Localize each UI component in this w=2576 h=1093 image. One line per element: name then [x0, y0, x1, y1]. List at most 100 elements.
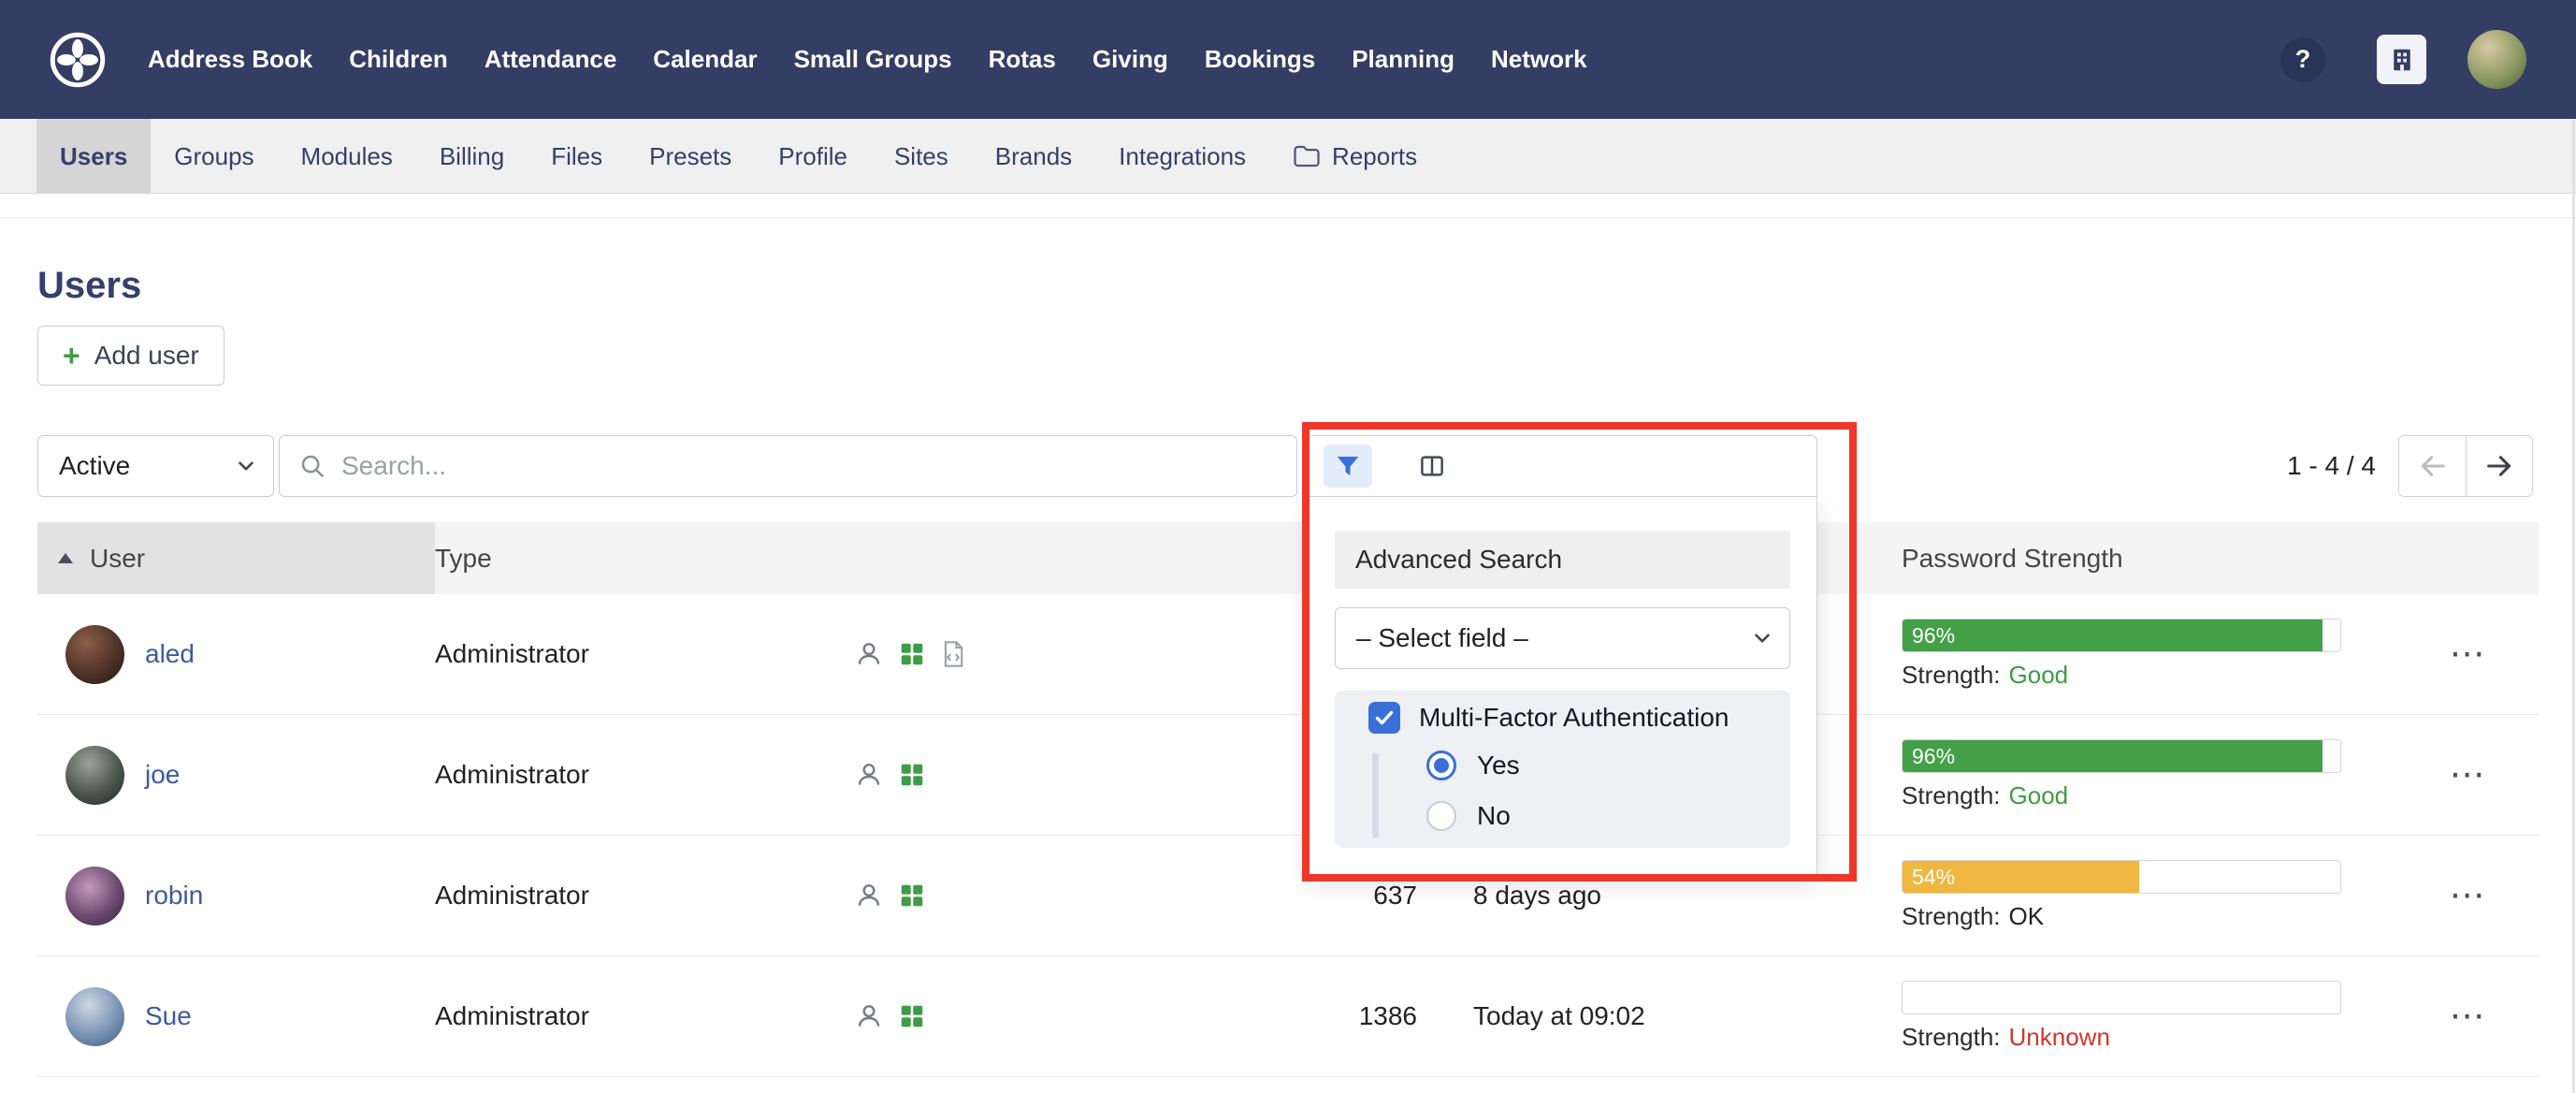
mfa-yes-label: Yes	[1477, 751, 1520, 780]
tab-reports-label: Reports	[1332, 142, 1417, 171]
tab-groups[interactable]: Groups	[151, 119, 277, 194]
app-logo-icon[interactable]	[47, 29, 109, 91]
tab-brands[interactable]: Brands	[972, 119, 1095, 194]
row-actions-button[interactable]: ⋯	[2450, 998, 2487, 1034]
next-page-button[interactable]	[2466, 436, 2532, 496]
tab-presets[interactable]: Presets	[626, 119, 755, 194]
strength-percent-label: 96%	[1912, 744, 1955, 769]
prev-page-button[interactable]	[2399, 436, 2466, 496]
columns-icon	[1418, 452, 1446, 480]
search-icon	[298, 452, 326, 480]
mfa-label: Multi-Factor Authentication	[1419, 703, 1729, 733]
status-filter-select[interactable]: Active	[37, 435, 274, 497]
arrow-left-icon	[2417, 450, 2449, 482]
strength-line: Strength: Good	[1902, 661, 2341, 690]
header-type[interactable]: Type	[435, 544, 847, 574]
person-icon	[854, 1001, 884, 1031]
folder-icon	[1293, 144, 1321, 168]
row-avatar[interactable]	[65, 987, 124, 1046]
nav-children[interactable]: Children	[349, 45, 447, 74]
building-icon[interactable]	[2377, 35, 2426, 84]
table-row: robin Administrator 637 8 days ago 54% S…	[37, 836, 2539, 956]
header-password-strength[interactable]: Password Strength	[1902, 544, 2341, 574]
mfa-checkbox[interactable]	[1368, 702, 1400, 734]
strength-value: OK	[2009, 902, 2045, 931]
divider	[0, 217, 2576, 218]
filter-button[interactable]	[1324, 444, 1372, 488]
nav-giving[interactable]: Giving	[1093, 45, 1168, 74]
tab-reports[interactable]: Reports	[1269, 119, 1440, 194]
add-user-button[interactable]: + Add user	[37, 326, 224, 386]
tab-files[interactable]: Files	[528, 119, 626, 194]
password-strength-bar	[1902, 981, 2341, 1014]
row-actions-button[interactable]: ⋯	[2450, 878, 2487, 913]
user-name-link[interactable]: aled	[145, 639, 195, 669]
code-file-icon	[940, 640, 966, 668]
strength-line: Strength: Unknown	[1902, 1023, 2341, 1052]
nav-small-groups[interactable]: Small Groups	[794, 45, 952, 74]
row-avatar[interactable]	[65, 625, 124, 684]
tab-modules[interactable]: Modules	[278, 119, 416, 194]
tab-sites[interactable]: Sites	[871, 119, 972, 194]
tab-users[interactable]: Users	[36, 119, 151, 194]
nav-rotas[interactable]: Rotas	[989, 45, 1056, 74]
mfa-yes-radio[interactable]	[1426, 751, 1456, 780]
mfa-filter-group: Multi-Factor Authentication Yes No	[1335, 691, 1790, 848]
field-select[interactable]: – Select field –	[1335, 607, 1790, 669]
nav-attendance[interactable]: Attendance	[485, 45, 617, 74]
indent-guide	[1372, 752, 1379, 838]
strength-value: Unknown	[2009, 1023, 2110, 1052]
nav-address-book[interactable]: Address Book	[148, 45, 312, 74]
strength-percent-label: 54%	[1912, 865, 1955, 890]
password-strength-bar: 96%	[1902, 739, 2341, 773]
user-type: Administrator	[435, 639, 847, 669]
status-filter-value: Active	[59, 451, 130, 481]
chevron-down-icon	[234, 454, 258, 478]
top-nav: Address Book Children Attendance Calenda…	[0, 0, 2576, 119]
strength-value: Good	[2009, 661, 2069, 690]
scrollbar-track[interactable]	[2572, 119, 2575, 1093]
modules-grid-icon	[898, 761, 926, 789]
user-type: Administrator	[435, 881, 847, 911]
user-type: Administrator	[435, 1001, 847, 1031]
user-avatar[interactable]	[2467, 30, 2526, 89]
row-actions-button[interactable]: ⋯	[2450, 757, 2487, 793]
modules-grid-icon	[898, 882, 926, 910]
help-icon[interactable]: ?	[2280, 37, 2325, 82]
modules-grid-icon	[898, 1002, 926, 1030]
nav-bookings[interactable]: Bookings	[1205, 45, 1315, 74]
strength-line: Strength: OK	[1902, 902, 2341, 931]
modules-grid-icon	[898, 640, 926, 668]
person-icon	[854, 760, 884, 790]
search-input[interactable]	[341, 436, 1296, 496]
app-screen: Address Book Children Attendance Calenda…	[0, 0, 2576, 1093]
pagination-buttons	[2398, 435, 2533, 497]
user-type: Administrator	[435, 760, 847, 790]
tab-profile[interactable]: Profile	[755, 119, 871, 194]
row-avatar[interactable]	[65, 867, 124, 925]
tab-billing[interactable]: Billing	[416, 119, 528, 194]
row-avatar[interactable]	[65, 746, 124, 805]
nav-network[interactable]: Network	[1491, 45, 1587, 74]
mfa-no-radio[interactable]	[1426, 801, 1456, 831]
row-actions-button[interactable]: ⋯	[2450, 636, 2487, 672]
tab-integrations[interactable]: Integrations	[1095, 119, 1269, 194]
columns-button[interactable]	[1413, 444, 1451, 488]
nav-calendar[interactable]: Calendar	[653, 45, 757, 74]
field-select-value: – Select field –	[1356, 623, 1528, 653]
page-title: Users	[37, 265, 141, 307]
plus-icon: +	[63, 341, 80, 371]
table-row: Sue Administrator 1386 Today at 09:02 St…	[37, 956, 2539, 1077]
pagination-label: 1 - 4 / 4	[2226, 435, 2376, 497]
primary-nav: Address Book Children Attendance Calenda…	[148, 45, 1587, 74]
user-name-link[interactable]: robin	[145, 881, 203, 911]
table-row: aled Administrator 96% Strength: Good ⋯	[37, 594, 2539, 715]
add-user-label: Add user	[94, 341, 199, 371]
header-user[interactable]: User	[37, 522, 435, 594]
nav-planning[interactable]: Planning	[1352, 45, 1454, 74]
last-login: Today at 09:02	[1417, 1001, 1810, 1031]
user-name-link[interactable]: joe	[145, 760, 180, 790]
table-row: joe Administrator 96% Strength: Good ⋯	[37, 715, 2539, 836]
user-name-link[interactable]: Sue	[145, 1001, 192, 1031]
header-user-label: User	[90, 544, 145, 574]
